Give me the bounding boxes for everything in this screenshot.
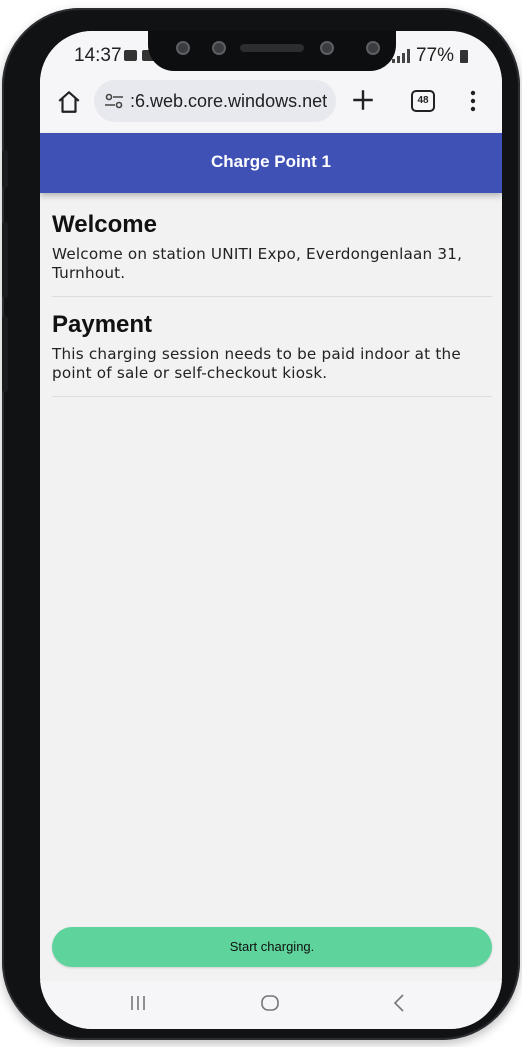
status-time: 14:37	[74, 45, 122, 66]
system-nav-bar	[40, 981, 502, 1029]
home-icon[interactable]	[56, 89, 82, 115]
camera-notch	[148, 31, 396, 71]
welcome-text: Welcome on station UNITI Expo, Everdonge…	[52, 245, 463, 282]
more-vert-icon[interactable]	[468, 89, 478, 113]
start-charging-button[interactable]: Start charging.	[52, 927, 492, 967]
tab-switcher-icon[interactable]: 48	[411, 90, 435, 112]
sensor-icon	[212, 41, 226, 55]
plus-icon[interactable]	[350, 87, 376, 113]
sensor-icon	[176, 41, 190, 55]
welcome-section: Welcome Welcome on station UNITI Expo, E…	[52, 211, 492, 297]
earpiece-speaker	[240, 44, 304, 52]
payment-section: Payment This charging session needs to b…	[52, 311, 492, 397]
tune-icon[interactable]	[104, 93, 124, 109]
payment-text: This charging session needs to be paid i…	[52, 345, 461, 382]
battery-level: 77%	[415, 45, 454, 66]
status-bar: 14:37 77%	[40, 31, 502, 77]
url-text: :6.web.core.windows.net	[130, 91, 328, 111]
gallery-notification-icon	[124, 50, 137, 61]
side-button	[2, 150, 8, 188]
app-header: Charge Point 1	[40, 133, 502, 193]
status-right: 77%	[391, 45, 468, 67]
phone-frame: 14:37 77%:6.web.core.windows.net 48 Cha…	[2, 8, 520, 1040]
battery-icon	[460, 49, 468, 63]
page-title: Charge Point 1	[211, 152, 331, 171]
address-bar[interactable]: :6.web.core.windows.net	[94, 80, 336, 122]
front-camera-icon	[320, 41, 334, 55]
phone-screen: 14:37 77%:6.web.core.windows.net 48 Cha…	[40, 31, 502, 1029]
power-button	[2, 316, 8, 392]
browser-toolbar: :6.web.core.windows.net 48	[40, 77, 502, 133]
nav-home-icon[interactable]	[260, 994, 280, 1012]
welcome-heading: Welcome	[52, 211, 157, 238]
recent-apps-icon[interactable]	[128, 994, 148, 1012]
main-content: Welcome Welcome on station UNITI Expo, E…	[52, 211, 492, 411]
payment-heading: Payment	[52, 311, 153, 338]
volume-button	[2, 222, 8, 298]
sensor-icon	[366, 41, 380, 55]
back-icon[interactable]	[392, 993, 406, 1013]
